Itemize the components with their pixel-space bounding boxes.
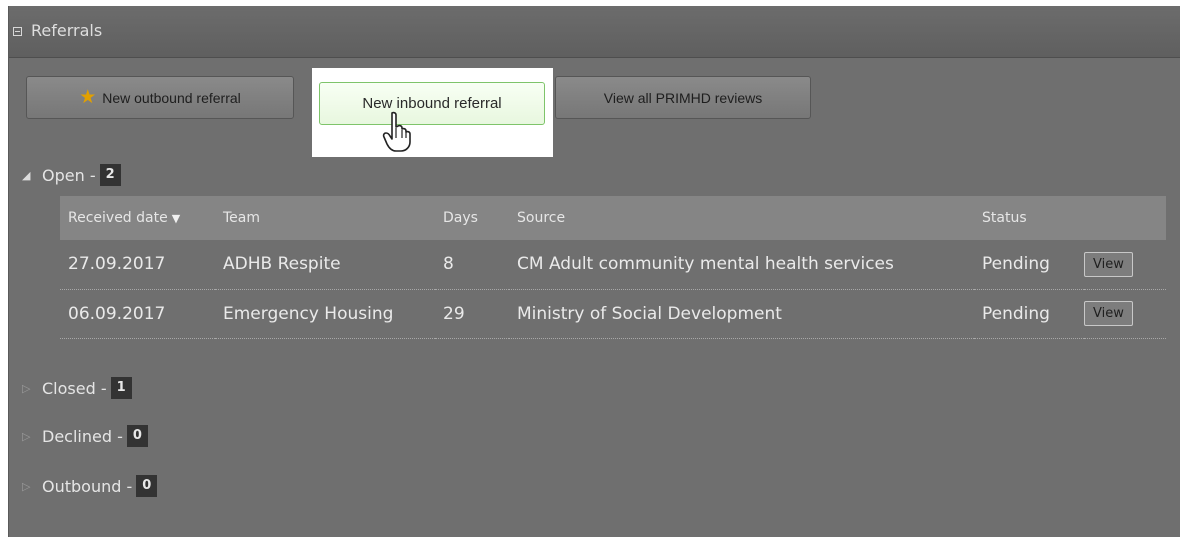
section-declined-label: Declined -: [42, 426, 123, 446]
cell-source: Ministry of Social Development: [509, 289, 974, 339]
section-open[interactable]: ◢ Open - 2: [22, 164, 121, 186]
expanded-triangle-icon[interactable]: ◢: [22, 169, 42, 182]
cell-action: View: [1084, 240, 1166, 290]
new-inbound-referral-label: New inbound referral: [362, 95, 502, 112]
section-open-label: Open -: [42, 165, 96, 185]
collapsed-triangle-icon[interactable]: ▷: [22, 430, 42, 443]
cell-days: 8: [435, 240, 509, 290]
table-row: 27.09.2017 ADHB Respite 8 CM Adult commu…: [60, 240, 1166, 290]
col-status[interactable]: Status: [974, 196, 1084, 240]
view-button[interactable]: View: [1084, 251, 1133, 277]
view-primhd-reviews-label: View all PRIMHD reviews: [603, 89, 763, 106]
section-declined[interactable]: ▷ Declined - 0: [22, 425, 148, 447]
hand-cursor-icon: [382, 111, 411, 152]
minus-box-icon[interactable]: [13, 27, 22, 36]
cell-received-date: 27.09.2017: [60, 240, 215, 290]
col-received-date[interactable]: Received date ▼: [60, 196, 215, 240]
sort-desc-icon: ▼: [171, 212, 181, 225]
cell-status: Pending: [974, 240, 1084, 290]
new-inbound-referral-button[interactable]: New inbound referral: [319, 82, 545, 125]
referrals-table: Received date ▼ Team Days Source Status 2…: [60, 196, 1166, 339]
view-button[interactable]: View: [1084, 301, 1133, 326]
cell-days: 29: [435, 289, 509, 339]
table-row: 06.09.2017 Emergency Housing 29 Ministry…: [60, 289, 1166, 339]
cell-team: ADHB Respite: [215, 240, 435, 290]
outbound-count-badge: 0: [136, 475, 158, 497]
section-outbound[interactable]: ▷ Outbound - 0: [22, 475, 158, 497]
table-header-row: Received date ▼ Team Days Source Status: [60, 196, 1166, 240]
open-count-badge: 2: [99, 164, 121, 186]
new-outbound-referral-button[interactable]: ★ New outbound referral: [26, 76, 294, 119]
col-source[interactable]: Source: [509, 196, 974, 240]
cell-received-date: 06.09.2017: [60, 289, 215, 339]
col-team[interactable]: Team: [215, 196, 435, 240]
section-closed-label: Closed -: [42, 378, 107, 398]
section-closed[interactable]: ▷ Closed - 1: [22, 377, 132, 399]
closed-count-badge: 1: [110, 377, 132, 399]
new-outbound-referral-label: New outbound referral: [102, 89, 241, 106]
cell-action: View: [1084, 289, 1166, 339]
cell-status: Pending: [974, 289, 1084, 339]
collapsed-triangle-icon[interactable]: ▷: [22, 480, 42, 493]
section-outbound-label: Outbound -: [42, 476, 133, 496]
col-action: [1084, 196, 1166, 240]
collapsed-triangle-icon[interactable]: ▷: [22, 382, 42, 395]
view-primhd-reviews-button[interactable]: View all PRIMHD reviews: [555, 76, 811, 119]
cell-team: Emergency Housing: [215, 289, 435, 339]
declined-count-badge: 0: [126, 425, 148, 447]
col-days[interactable]: Days: [435, 196, 509, 240]
star-icon: ★: [79, 87, 97, 108]
panel-title: Referrals: [31, 21, 103, 40]
panel-header[interactable]: Referrals: [9, 6, 1180, 58]
cell-source: CM Adult community mental health service…: [509, 240, 974, 290]
